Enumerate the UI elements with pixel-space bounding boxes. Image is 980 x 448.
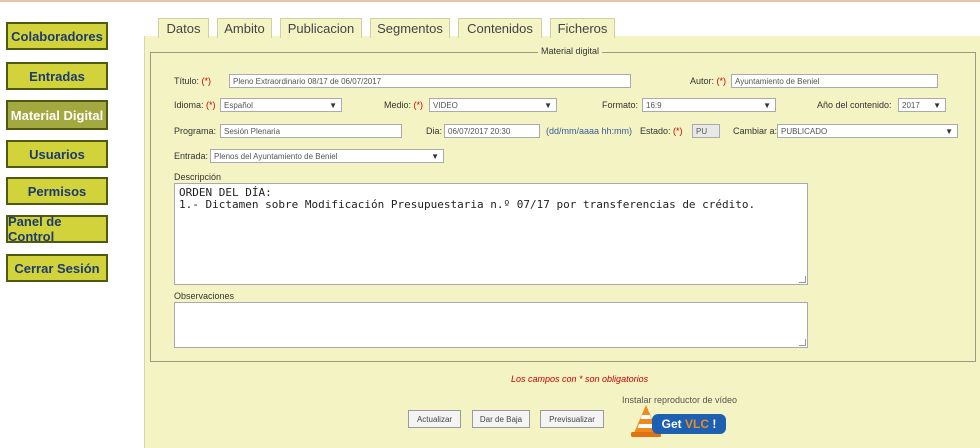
required-fields-note: Los campos con * son obligatorios: [511, 374, 649, 384]
dar-de-baja-button[interactable]: Dar de Baja: [472, 410, 530, 428]
entrada-select[interactable]: Plenos del Ayuntamiento de Beniel ▼: [210, 149, 444, 163]
titulo-input[interactable]: Pleno Extraordinario 08/17 de 06/07/2017: [229, 74, 631, 88]
anio-select[interactable]: 2017 ▼: [898, 98, 946, 112]
cambiar-label: Cambiar a:: [733, 126, 778, 136]
estado-label: Estado: (*): [640, 126, 683, 136]
entrada-label: Entrada:: [174, 151, 209, 161]
tab-segmentos[interactable]: Segmentos: [370, 18, 450, 38]
programa-label: Programa:: [174, 126, 217, 136]
formato-select[interactable]: 16:9 ▼: [642, 98, 776, 112]
autor-label: Autor: (*): [690, 76, 727, 86]
tab-ficheros[interactable]: Ficheros: [550, 18, 615, 38]
chevron-down-icon: ▼: [544, 101, 552, 110]
dia-format-hint: (dd/mm/aaaa hh:mm): [546, 126, 633, 136]
actualizar-button[interactable]: Actualizar: [408, 410, 461, 428]
dia-label: Dia:: [426, 126, 443, 136]
observaciones-label: Observaciones: [174, 291, 235, 301]
previsualizar-button[interactable]: Previsualizar: [540, 410, 604, 428]
medio-label: Medio: (*): [384, 100, 424, 110]
sidebar-item-colaboradores[interactable]: Colaboradores: [6, 22, 108, 50]
estado-input: PU: [692, 124, 720, 138]
vlc-badge-label: Get VLC !: [652, 414, 726, 434]
sidebar-item-cerrar-sesion[interactable]: Cerrar Sesión: [6, 254, 108, 282]
anio-label: Año del contenido:: [817, 100, 892, 110]
resize-handle-icon[interactable]: [799, 276, 806, 283]
get-vlc-button[interactable]: Get VLC !: [628, 403, 728, 439]
dia-input[interactable]: 06/07/2017 20:30: [444, 124, 540, 138]
chevron-down-icon: ▼: [329, 101, 337, 110]
autor-input[interactable]: Ayuntamiento de Beniel: [731, 74, 938, 88]
titulo-label: Título: (*): [174, 76, 212, 86]
sidebar-item-panel-de-control[interactable]: Panel de Control: [6, 214, 108, 244]
chevron-down-icon: ▼: [933, 101, 941, 110]
tab-ambito[interactable]: Ambito: [217, 18, 272, 38]
chevron-down-icon: ▼: [945, 127, 953, 136]
tab-contenidos[interactable]: Contenidos: [458, 18, 542, 38]
top-divider: [0, 0, 980, 2]
sidebar-item-permisos[interactable]: Permisos: [6, 177, 108, 205]
fieldset-legend: Material digital: [538, 46, 603, 56]
descripcion-label: Descripción: [174, 172, 222, 182]
sidebar-item-material-digital[interactable]: Material Digital: [6, 100, 108, 130]
descripcion-text: ORDEN DEL DÍA: 1.- Dictamen sobre Modifi…: [179, 186, 756, 211]
programa-input[interactable]: Sesión Plenaria: [220, 124, 402, 138]
chevron-down-icon: ▼: [431, 152, 439, 161]
descripcion-textarea[interactable]: ORDEN DEL DÍA: 1.- Dictamen sobre Modifi…: [174, 183, 808, 285]
cambiar-select[interactable]: PUBLICADO ▼: [777, 124, 958, 138]
medio-select[interactable]: VIDEO ▼: [429, 98, 557, 112]
tab-datos[interactable]: Datos: [158, 18, 209, 38]
tab-publicacion[interactable]: Publicacion: [280, 18, 362, 38]
chevron-down-icon: ▼: [763, 101, 771, 110]
formato-label: Formato:: [602, 100, 639, 110]
idioma-select[interactable]: Español ▼: [220, 98, 342, 112]
idioma-label: Idioma: (*): [174, 100, 216, 110]
resize-handle-icon[interactable]: [799, 339, 806, 346]
sidebar-item-entradas[interactable]: Entradas: [6, 62, 108, 90]
observaciones-textarea[interactable]: [174, 302, 808, 348]
sidebar-item-usuarios[interactable]: Usuarios: [6, 140, 108, 168]
